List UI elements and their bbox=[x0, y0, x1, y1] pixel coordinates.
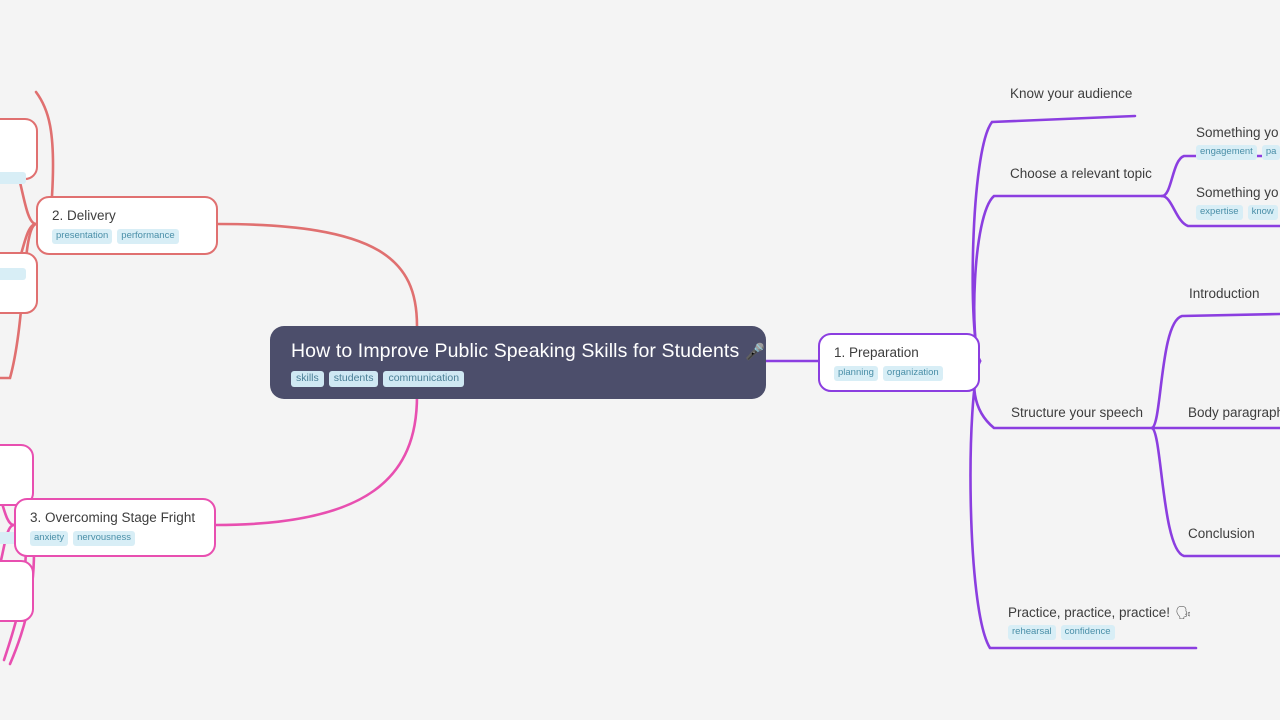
edge-root-delivery bbox=[216, 222, 419, 328]
leaf-tag[interactable]: rehearsal bbox=[1008, 625, 1056, 640]
leaf-node-introduction[interactable]: Introduction bbox=[1189, 285, 1260, 302]
branch-title: 3. Overcoming Stage Fright bbox=[30, 510, 196, 525]
branch-tag[interactable]: planning bbox=[834, 366, 878, 381]
branch-tag[interactable]: performance bbox=[117, 229, 179, 244]
offscreen-tag-2 bbox=[0, 268, 26, 280]
root-title-text: How to Improve Public Speaking Skills fo… bbox=[291, 340, 740, 362]
leaf-tag[interactable]: engagement bbox=[1196, 145, 1257, 160]
leaf-tag-list: expertise know bbox=[1196, 205, 1280, 220]
edge-prep-know bbox=[971, 114, 1137, 363]
leaf-node-structure-your-speech[interactable]: Structure your speech bbox=[1011, 404, 1143, 421]
leaf-tag[interactable]: pa bbox=[1261, 145, 1280, 160]
branch-tag[interactable]: anxiety bbox=[30, 531, 69, 546]
leaf-node-something-you-1[interactable]: Something yo engagement pa bbox=[1196, 124, 1280, 160]
offscreen-node-stagefright-child-2 bbox=[0, 560, 34, 622]
branch-node-stage-fright[interactable]: 3. Overcoming Stage Fright anxiety nervo… bbox=[14, 498, 216, 557]
root-title-row: How to Improve Public Speaking Skills fo… bbox=[291, 339, 765, 365]
branch-tag[interactable]: nervousness bbox=[73, 531, 135, 546]
leaf-title: Practice, practice, practice! bbox=[1008, 605, 1171, 620]
offscreen-node-stagefright-child-1 bbox=[0, 444, 34, 506]
edge-delivery-offscreen-4 bbox=[34, 90, 55, 198]
leaf-node-conclusion[interactable]: Conclusion bbox=[1188, 525, 1255, 542]
branch-node-delivery[interactable]: 2. Delivery presentation performance bbox=[36, 196, 218, 255]
branch-tag-list: planning organization bbox=[834, 366, 964, 381]
leaf-node-choose-a-relevant-topic[interactable]: Choose a relevant topic bbox=[1010, 165, 1152, 182]
leaf-title-row: Practice, practice, practice! 🗣 bbox=[1008, 604, 1192, 621]
leaf-title: Conclusion bbox=[1188, 526, 1255, 541]
leaf-title: Body paragraph bbox=[1188, 405, 1280, 420]
leaf-title: Structure your speech bbox=[1011, 405, 1144, 420]
leaf-tag-list: engagement pa bbox=[1196, 145, 1280, 160]
root-tag[interactable]: students bbox=[328, 371, 379, 387]
branch-tag-list: anxiety nervousness bbox=[30, 531, 200, 546]
root-tag[interactable]: communication bbox=[383, 371, 465, 387]
root-tag-list: skills students communication bbox=[291, 371, 746, 387]
leaf-tag[interactable]: know bbox=[1247, 205, 1278, 220]
offscreen-node-delivery-child-2 bbox=[0, 252, 38, 314]
offscreen-node-delivery-child-1 bbox=[0, 118, 38, 180]
branch-tag[interactable]: presentation bbox=[52, 229, 113, 244]
leaf-node-know-your-audience[interactable]: Know your audience bbox=[1010, 85, 1132, 102]
leaf-tag[interactable]: confidence bbox=[1060, 625, 1115, 640]
mindmap-canvas[interactable]: How to Improve Public Speaking Skills fo… bbox=[0, 0, 1280, 720]
leaf-tag[interactable]: expertise bbox=[1196, 205, 1243, 220]
edge-prep-topic bbox=[972, 194, 1164, 363]
offscreen-tag-1 bbox=[0, 172, 26, 184]
leaf-title: Something yo bbox=[1196, 185, 1279, 200]
leaf-node-body-paragraphs[interactable]: Body paragraph bbox=[1188, 404, 1280, 421]
microphone-emoji: 🎤 bbox=[745, 344, 766, 361]
root-node[interactable]: How to Improve Public Speaking Skills fo… bbox=[270, 326, 766, 399]
edge-root-stagefright bbox=[214, 394, 419, 527]
branch-title: 1. Preparation bbox=[834, 345, 919, 360]
leaf-title: Choose a relevant topic bbox=[1010, 166, 1152, 181]
leaf-tag-list: rehearsal confidence bbox=[1008, 625, 1192, 640]
speaking-head-emoji: 🗣 bbox=[1175, 605, 1192, 620]
branch-node-preparation[interactable]: 1. Preparation planning organization bbox=[818, 333, 980, 392]
leaf-node-practice[interactable]: Practice, practice, practice! 🗣 rehearsal… bbox=[1008, 604, 1192, 640]
leaf-title: Something yo bbox=[1196, 125, 1279, 140]
branch-tag[interactable]: organization bbox=[882, 366, 943, 381]
leaf-title: Know your audience bbox=[1010, 86, 1133, 101]
branch-tag-list: presentation performance bbox=[52, 229, 202, 244]
leaf-node-something-you-2[interactable]: Something yo expertise know bbox=[1196, 184, 1280, 220]
leaf-title: Introduction bbox=[1189, 286, 1260, 301]
root-tag[interactable]: skills bbox=[291, 371, 324, 387]
branch-title: 2. Delivery bbox=[52, 208, 116, 223]
